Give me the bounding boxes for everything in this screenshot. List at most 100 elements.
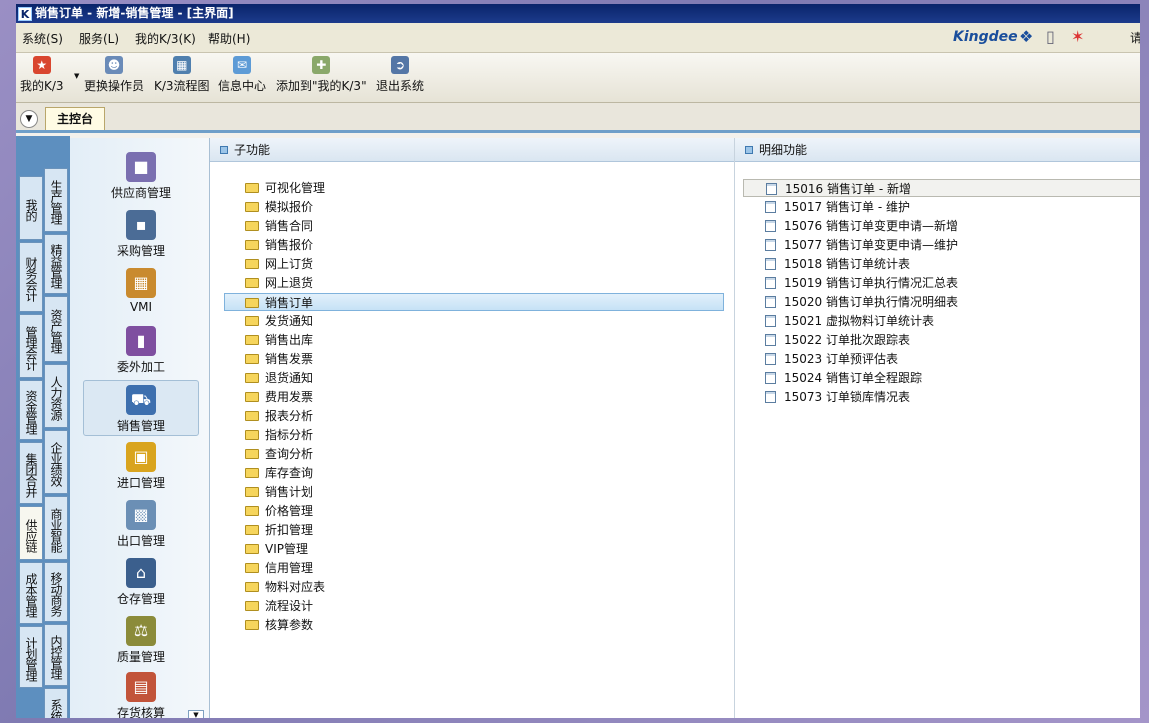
rail-tab-my-k3[interactable]: 我的K/3 [19,176,43,240]
sub-function-item[interactable]: 网上订货 [245,255,313,273]
exit-system-button[interactable]: ➲ 退出系统 [376,56,424,94]
module-outsourcing[interactable]: ▮ 委外加工 [83,322,199,378]
detail-function-item[interactable]: 15024 销售订单全程跟踪 [765,369,922,387]
module-purchasing[interactable]: ▪ 采购管理 [83,206,199,262]
module-export[interactable]: ▩ 出口管理 [83,496,199,552]
module-vmi[interactable]: ▦ VMI [83,264,199,320]
module-inventory-costing[interactable]: ▤ 存货核算 [83,668,199,718]
folder-icon [245,392,259,402]
module-warehouse[interactable]: ⌂ 仓存管理 [83,554,199,610]
rail-tab-human-resources[interactable]: 人力资源 [44,364,68,428]
info-center-button[interactable]: ✉ 信息中心 [218,56,266,94]
detail-function-item[interactable]: 15017 销售订单 - 维护 [765,198,910,216]
folder-icon [245,335,259,345]
sub-function-item[interactable]: 退货通知 [245,369,313,387]
sub-function-item[interactable]: 报表分析 [245,407,313,425]
sub-function-item[interactable]: 信用管理 [245,559,313,577]
sub-function-item[interactable]: 销售出库 [245,331,313,349]
star-logo-icon: ✶ [1071,27,1085,46]
menu-help[interactable]: 帮助(H) [208,30,250,47]
sub-function-item[interactable]: 销售合同 [245,217,313,235]
sub-function-item[interactable]: 发货通知 [245,312,313,330]
dropdown-arrow-icon[interactable]: ▼ [74,72,79,80]
vmi-icon: ▦ [126,268,156,298]
sub-function-item[interactable]: VIP管理 [245,540,308,558]
add-to-my-k3-button[interactable]: ✚ 添加到"我的K/3" [276,56,367,94]
rail-tab-financial-accounting[interactable]: 财务会计 [19,242,43,312]
detail-function-item[interactable]: 15023 订单预评估表 [765,350,898,368]
document-icon [765,201,776,213]
rail-tab-group-consolidation[interactable]: 集团合并 [19,442,43,504]
menu-system[interactable]: 系统(S) [22,30,63,47]
rail-tab-planning-management[interactable]: 计划管理 [19,626,43,688]
detail-function-item[interactable]: 15019 销售订单执行情况汇总表 [765,274,958,292]
detail-function-code: 15076 [784,219,823,233]
sub-function-label: 发货通知 [265,314,314,328]
rail-tab-system[interactable]: 系统 [44,688,68,718]
rail-tab-cost-management[interactable]: 成本管理 [19,562,43,624]
tab-main-console[interactable]: 主控台 [45,107,105,130]
sub-function-item[interactable]: 费用发票 [245,388,313,406]
detail-function-label: 销售订单 - 新增 [827,182,911,196]
rail-tab-mobile[interactable]: 移动商务 [44,562,68,622]
rail-tab-internal-control[interactable]: 内控管理 [44,624,68,686]
rail-tab-lean[interactable]: 精益管理 [44,234,68,294]
sub-function-item[interactable]: 指标分析 [245,426,313,444]
outsourcing-icon: ▮ [126,326,156,356]
menu-my-k3[interactable]: 我的K/3(K) [135,30,196,47]
detail-function-item[interactable]: 15016 销售订单 - 新增 [743,179,1140,197]
scroll-down-icon[interactable]: ▼ [188,710,204,718]
change-operator-button[interactable]: ☻ 更换操作员 [84,56,144,94]
detail-function-item[interactable]: 15076 销售订单变更申请—新增 [765,217,958,235]
folder-icon [245,411,259,421]
sub-function-item[interactable]: 价格管理 [245,502,313,520]
detail-function-code: 15021 [784,314,823,328]
detail-function-code: 15023 [784,352,823,366]
sub-function-item[interactable]: 核算参数 [245,616,313,634]
sub-function-item[interactable]: 模拟报价 [245,198,313,216]
module-quality[interactable]: ⚖ 质量管理 [83,612,199,668]
sub-function-item[interactable]: 销售计划 [245,483,313,501]
sub-function-item[interactable]: 查询分析 [245,445,313,463]
sub-function-title: 子功能 [234,143,271,157]
sub-function-item[interactable]: 销售订单 [224,293,724,311]
detail-function-label: 订单预评估表 [826,352,899,366]
change-operator-label: 更换操作员 [84,79,145,93]
folder-icon [245,582,259,592]
warehouse-icon: ⌂ [126,558,156,588]
sub-function-label: 流程设计 [265,599,314,613]
rail-tab-supply-chain[interactable]: 供应链 [19,506,43,560]
module-sales[interactable]: ⛟ 销售管理 [83,380,199,436]
sub-function-item[interactable]: 销售发票 [245,350,313,368]
detail-function-item[interactable]: 15021 虚拟物料订单统计表 [765,312,934,330]
sub-function-item[interactable]: 流程设计 [245,597,313,615]
detail-function-item[interactable]: 15018 销售订单统计表 [765,255,910,273]
rail-tab-business-intelligence[interactable]: 商业智能 [44,496,68,560]
detail-function-item[interactable]: 15073 订单锁库情况表 [765,388,910,406]
detail-function-item[interactable]: 15077 销售订单变更申请—维护 [765,236,958,254]
k3-flowchart-button[interactable]: ▦ K/3流程图 [154,56,210,94]
sub-function-item[interactable]: 网上退货 [245,274,313,292]
rail-tab-production[interactable]: 生产管理 [44,168,68,232]
folder-icon [245,316,259,326]
detail-function-item[interactable]: 15020 销售订单执行情况明细表 [765,293,958,311]
detail-function-item[interactable]: 15022 订单批次跟踪表 [765,331,910,349]
my-k3-button[interactable]: ★ 我的K/3 ▼ [20,56,79,94]
rail-tab-management-accounting[interactable]: 管理会计 [19,314,43,378]
module-import[interactable]: ▣ 进口管理 [83,438,199,494]
module-supplier[interactable]: ■ 供应商管理 [83,148,199,204]
sub-function-item[interactable]: 可视化管理 [245,179,325,197]
sub-function-item[interactable]: 物料对应表 [245,578,325,596]
collapse-toggle-icon[interactable]: ▼ [20,110,38,128]
calculator-icon: ▤ [126,672,156,702]
rail-tab-performance[interactable]: 企业绩效 [44,430,68,494]
sub-function-item[interactable]: 折扣管理 [245,521,313,539]
rail-tab-fund-management[interactable]: 资金管理 [19,380,43,440]
supplier-icon: ■ [126,152,156,182]
folder-icon [245,468,259,478]
sub-function-item[interactable]: 库存查询 [245,464,313,482]
menu-service[interactable]: 服务(L) [79,30,119,47]
rail-tab-assets[interactable]: 资产管理 [44,296,68,362]
sub-function-item[interactable]: 销售报价 [245,236,313,254]
folder-icon [245,449,259,459]
